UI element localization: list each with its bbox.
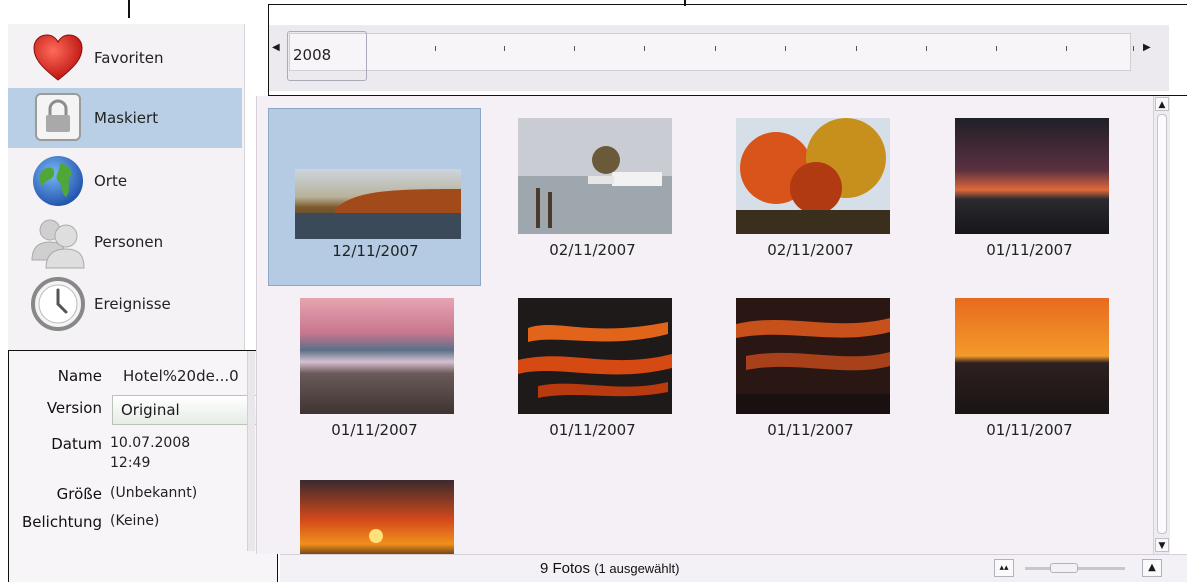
timeline-tick xyxy=(996,46,997,51)
info-name-label: Name xyxy=(57,367,102,385)
people-icon xyxy=(31,219,85,269)
timeline-year-label: 2008 xyxy=(293,46,332,64)
info-belichtung-label: Belichtung xyxy=(21,513,102,531)
info-time-value: 12:49 xyxy=(110,455,151,471)
info-groesse-value: (Unbekannt) xyxy=(110,485,198,501)
timeline-background: ◀ 2008 ▶ xyxy=(269,25,1169,91)
photo-image xyxy=(518,298,672,414)
timeline-tick xyxy=(644,46,645,51)
info-datum-label: Datum xyxy=(51,435,102,453)
sidebar-item-favoriten[interactable]: Favoriten xyxy=(8,28,242,88)
photo-date: 01/11/2007 xyxy=(767,421,854,439)
photo-thumbnail-2[interactable]: 02/11/2007 xyxy=(486,108,699,286)
sidebar-item-ereignisse[interactable]: Ereignisse xyxy=(8,274,242,334)
selection-count: (1 ausgewählt) xyxy=(594,561,680,576)
photo-date: 01/11/2007 xyxy=(986,421,1073,439)
photo-thumbnail-6[interactable]: 01/11/2007 xyxy=(486,290,699,468)
photo-image xyxy=(300,298,454,414)
sidebar-item-maskiert[interactable]: Maskiert xyxy=(8,88,242,148)
timeline-tick xyxy=(856,46,857,51)
photo-image xyxy=(736,298,890,414)
photo-image xyxy=(955,298,1109,414)
photo-image xyxy=(736,118,890,234)
photo-thumbnail-3[interactable]: 02/11/2007 xyxy=(704,108,917,286)
sidebar-item-label: Ereignisse xyxy=(94,295,171,313)
timeline-tick xyxy=(1133,46,1134,51)
photo-date: 01/11/2007 xyxy=(331,421,418,439)
timeline-tick xyxy=(715,46,716,51)
sidebar-item-orte[interactable]: Orte xyxy=(8,151,242,211)
photo-date: 01/11/2007 xyxy=(986,241,1073,259)
photo-thumbnail-1[interactable]: 12/11/2007 xyxy=(268,108,481,286)
sidebar-item-label: Maskiert xyxy=(94,109,159,127)
photo-image xyxy=(518,118,672,234)
photo-date: 01/11/2007 xyxy=(549,421,636,439)
sidebar: Favoriten Maskiert Orte Personen Ereigni… xyxy=(8,24,245,350)
info-panel: Name Hotel%20de...0 Version Original Dat… xyxy=(8,350,278,582)
info-belichtung-value: (Keine) xyxy=(110,513,160,529)
photo-image xyxy=(295,169,461,239)
zoom-slider-knob[interactable] xyxy=(1050,563,1078,573)
status-bar: 9 Fotos (1 ausgewählt) ▴▴ ▲ xyxy=(280,554,1187,582)
heart-icon xyxy=(33,34,83,81)
timeline-tick xyxy=(926,46,927,51)
photo-thumbnail-7[interactable]: 01/11/2007 xyxy=(704,290,917,468)
sidebar-item-label: Personen xyxy=(94,233,164,251)
lock-icon xyxy=(35,93,81,141)
status-text: 9 Fotos (1 ausgewählt) xyxy=(540,560,679,577)
sidebar-item-personen[interactable]: Personen xyxy=(8,212,242,272)
timeline-tick xyxy=(785,46,786,51)
photo-thumbnail-8[interactable]: 01/11/2007 xyxy=(923,290,1136,468)
timeline-track[interactable] xyxy=(289,33,1134,71)
timeline-right-arrow-icon[interactable]: ▶ xyxy=(1143,42,1151,53)
photo-date: 02/11/2007 xyxy=(549,241,636,259)
sidebar-item-label: Orte xyxy=(94,172,128,190)
sidebar-item-label: Favoriten xyxy=(94,49,164,67)
photo-gallery: 12/11/2007 02/11/2007 02/11/2007 01/11/2… xyxy=(256,96,1170,554)
timeline-left-arrow-icon[interactable]: ◀ xyxy=(272,42,280,53)
scroll-up-icon[interactable]: ▲ xyxy=(1155,97,1169,111)
timeline-tick xyxy=(574,46,575,51)
photo-date: 02/11/2007 xyxy=(767,241,854,259)
clock-icon xyxy=(31,277,85,331)
photo-thumbnail-4[interactable]: 01/11/2007 xyxy=(923,108,1136,286)
zoom-in-icon[interactable]: ▲ xyxy=(1142,559,1162,577)
version-select[interactable]: Original xyxy=(112,395,259,425)
zoom-out-icon[interactable]: ▴▴ xyxy=(994,559,1014,577)
timeline-tick xyxy=(1066,46,1067,51)
photo-image xyxy=(300,480,454,554)
photo-image xyxy=(955,118,1109,234)
info-scrollbar[interactable] xyxy=(247,351,255,551)
globe-icon xyxy=(33,156,83,206)
photo-thumbnail-5[interactable]: 01/11/2007 xyxy=(268,290,481,468)
gallery-scrollbar[interactable]: ▲ ▼ xyxy=(1153,96,1170,554)
timeline-tick xyxy=(435,46,436,51)
photo-thumbnail-9[interactable] xyxy=(268,472,481,554)
info-version-label: Version xyxy=(46,399,102,417)
scroll-down-icon[interactable]: ▼ xyxy=(1155,538,1169,552)
scrollbar-thumb[interactable] xyxy=(1157,114,1167,534)
callout-line-left xyxy=(128,0,130,18)
timeline: ◀ 2008 ▶ xyxy=(268,4,1187,96)
info-datum-value: 10.07.2008 xyxy=(110,435,191,451)
photo-date: 12/11/2007 xyxy=(332,242,419,260)
info-groesse-label: Größe xyxy=(56,485,102,503)
photo-count: 9 Fotos xyxy=(540,560,591,577)
timeline-tick xyxy=(504,46,505,51)
info-name-value: Hotel%20de...0 xyxy=(123,367,239,385)
